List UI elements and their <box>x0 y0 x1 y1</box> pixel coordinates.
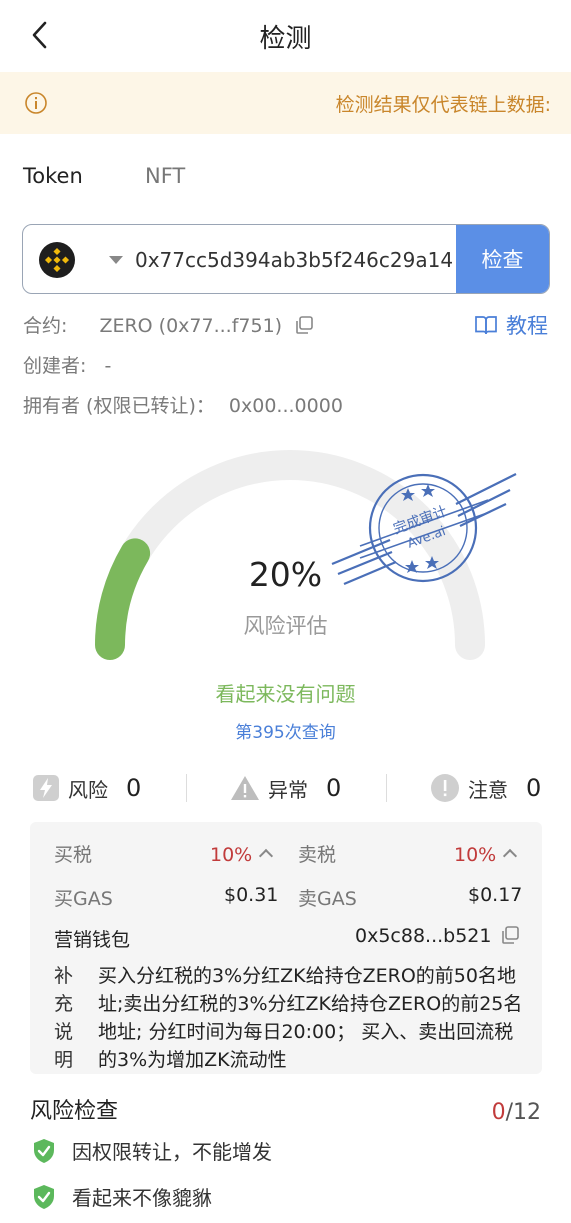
exclamation-circle-icon <box>431 774 459 802</box>
shield-check-icon <box>34 1184 54 1209</box>
count-anomaly[interactable]: 异常 0 <box>230 768 341 808</box>
creator-label: 创建者: <box>23 355 87 377</box>
sell-gas-label: 卖GAS <box>298 888 357 910</box>
contract-label: 合约: <box>23 315 68 337</box>
risk-check-passed: 0 <box>491 1100 506 1125</box>
chain-dropdown-caret-icon[interactable] <box>109 256 123 264</box>
notice-text: 检测结果仅代表链上数据: <box>335 94 551 116</box>
count-anomaly-value: 0 <box>326 774 342 802</box>
owner-label: 拥有者 (权限已转让)： <box>23 395 215 417</box>
sell-tax-text: 10% <box>454 844 497 866</box>
owner-value: 0x00...0000 <box>228 395 343 417</box>
header: 检测 <box>0 0 571 72</box>
chevron-up-icon <box>503 848 518 864</box>
page-title: 检测 <box>259 24 312 54</box>
book-icon <box>475 316 497 335</box>
risk-item-text: 因权限转让，不能增发 <box>72 1140 272 1164</box>
risk-check-count: 0/12 <box>492 1100 541 1125</box>
bnb-chain-icon[interactable] <box>39 242 75 278</box>
count-notice[interactable]: 注意 0 <box>430 768 541 808</box>
count-anomaly-label: 异常 <box>268 777 308 802</box>
sell-tax-label: 卖税 <box>298 844 337 866</box>
tab-nft[interactable]: NFT <box>145 164 185 188</box>
shield-check-icon <box>34 1138 54 1163</box>
buy-tax-label: 买税 <box>54 844 93 866</box>
warning-triangle-icon <box>231 776 259 800</box>
risk-item: 看起来不像貔貅 <box>32 1182 212 1211</box>
query-count: 第395次查询 <box>235 723 336 743</box>
tax-card: 买税 10% 卖税 10% 买GAS $0.31 卖GAS $0.17 营销钱包… <box>30 822 542 1074</box>
supplement-label: 补充说明 <box>54 965 74 1071</box>
marketing-wallet-label: 营销钱包 <box>54 929 131 951</box>
risk-status-text: 看起来没有问题 <box>215 682 356 706</box>
notice-banner: 检测结果仅代表链上数据: <box>0 72 571 134</box>
contract-row: 合约: ZERO (0x77...f751) <box>23 311 314 340</box>
marketing-wallet-value: 0x5c88...b521 <box>355 925 520 950</box>
tutorial-label: 教程 <box>506 314 548 338</box>
count-notice-label: 注意 <box>468 777 508 802</box>
lightning-icon <box>33 775 59 801</box>
count-risk-label: 风险 <box>68 777 108 802</box>
buy-gas-label: 买GAS <box>54 888 113 910</box>
buy-tax-value[interactable]: 10% <box>210 844 274 866</box>
supplement-text: 买入分红税的3%分红ZK给持仓ZERO的前50名地址;卖出分红税的3%分红ZK给… <box>98 965 523 1071</box>
count-notice-value: 0 <box>526 774 542 802</box>
risk-counts: 风险 0 异常 0 注意 0 <box>0 768 571 808</box>
tutorial-link[interactable]: 教程 <box>474 310 548 340</box>
address-input[interactable] <box>135 243 465 277</box>
address-search: 检查 <box>22 224 550 294</box>
info-icon <box>24 91 48 115</box>
risk-score-label: 风险评估 <box>243 614 328 638</box>
risk-item-text: 看起来不像貔貅 <box>72 1186 212 1210</box>
risk-item: 因权限转让，不能增发 <box>32 1136 272 1165</box>
chevron-up-icon <box>259 848 274 864</box>
count-risk[interactable]: 风险 0 <box>32 768 141 808</box>
owner-row: 拥有者 (权限已转让)： 0x00...0000 <box>23 391 343 418</box>
divider <box>186 774 187 802</box>
tab-token[interactable]: Token <box>23 164 83 188</box>
buy-tax-text: 10% <box>210 844 253 866</box>
copy-icon[interactable] <box>500 925 520 950</box>
buy-gas-value: $0.31 <box>224 884 279 906</box>
wallet-address: 0x5c88...b521 <box>355 925 492 947</box>
creator-value: - <box>104 355 112 377</box>
copy-icon[interactable] <box>294 315 314 340</box>
contract-value: ZERO (0x77...f751) <box>99 315 283 337</box>
sell-tax-value[interactable]: 10% <box>454 844 518 866</box>
risk-percent: 20% <box>248 555 323 594</box>
risk-check-total: /12 <box>505 1100 541 1125</box>
check-button[interactable]: 检查 <box>456 225 549 293</box>
sell-gas-value: $0.17 <box>468 884 523 906</box>
count-risk-value: 0 <box>126 774 142 802</box>
risk-check-title: 风险检查 <box>30 1099 119 1124</box>
creator-row: 创建者: - <box>23 351 111 378</box>
divider <box>386 774 387 802</box>
